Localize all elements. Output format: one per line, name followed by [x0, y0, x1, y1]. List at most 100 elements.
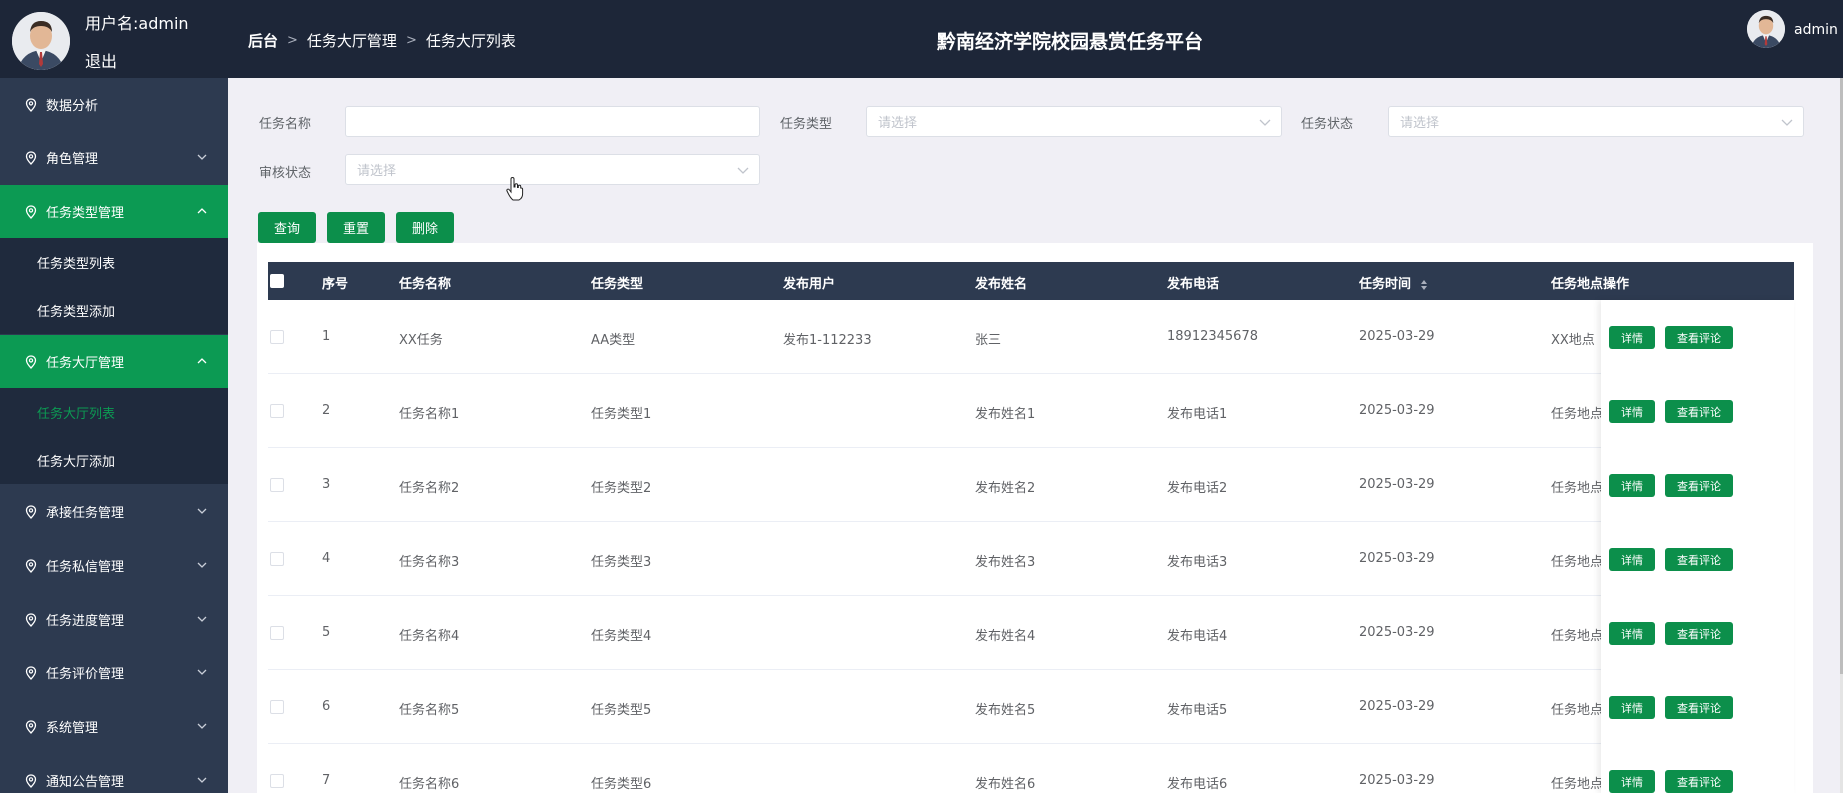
detail-button[interactable]: 详情	[1609, 548, 1655, 571]
detail-button[interactable]: 详情	[1609, 622, 1655, 645]
col-header-task-time-label: 任务时间	[1359, 277, 1412, 292]
detail-button[interactable]: 详情	[1609, 474, 1655, 497]
cell-task-place: 任务地点	[1551, 481, 1604, 496]
cell-no: 2	[322, 403, 331, 418]
col-header-publish-user: 发布用户	[783, 277, 836, 292]
cell-publisher-name: 发布姓名1	[975, 407, 1036, 422]
cell-task-type: 任务类型3	[591, 555, 652, 570]
cell-publisher-name: 发布姓名6	[975, 777, 1036, 792]
chevron-down-icon	[737, 167, 749, 174]
chevron-down-icon	[1781, 119, 1793, 126]
cell-task-name: 任务名称1	[399, 407, 460, 422]
row-checkbox[interactable]	[270, 330, 284, 344]
sidebar-item-role-mgmt[interactable]: 角色管理	[0, 131, 228, 184]
sidebar-item-task-message-mgmt[interactable]: 任务私信管理	[0, 539, 228, 592]
view-comments-button[interactable]: 查看评论	[1665, 400, 1733, 423]
chevron-down-icon	[1259, 119, 1271, 126]
cell-publisher-name: 发布姓名5	[975, 703, 1036, 718]
sidebar-item-task-review-mgmt[interactable]: 任务评价管理	[0, 646, 228, 699]
row-checkbox[interactable]	[270, 774, 284, 788]
view-comments-button[interactable]: 查看评论	[1665, 326, 1733, 349]
view-comments-button[interactable]: 查看评论	[1665, 770, 1733, 793]
view-comments-button[interactable]: 查看评论	[1665, 474, 1733, 497]
audit-status-select[interactable]: 请选择	[345, 154, 760, 185]
reset-button[interactable]: 重置	[327, 212, 385, 243]
breadcrumb-item-home[interactable]: 后台	[248, 30, 278, 51]
col-header-actions: 操作	[1603, 277, 1630, 292]
col-header-publisher-phone: 发布电话	[1167, 277, 1220, 292]
table-row[interactable]: 4 任务名称3 任务类型3 发布姓名3 发布电话3 2025-03-29 任务地点	[268, 522, 1794, 596]
task-status-select[interactable]: 请选择	[1388, 106, 1804, 137]
sidebar-subitem-task-type-list[interactable]: 任务类型列表	[0, 238, 228, 286]
top-avatar[interactable]	[1747, 10, 1785, 48]
detail-button[interactable]: 详情	[1609, 400, 1655, 423]
breadcrumb-item-task-hall[interactable]: 任务大厅管理	[307, 30, 397, 51]
task-status-placeholder: 请选择	[1400, 116, 1440, 131]
sort-icon[interactable]	[1420, 279, 1428, 291]
table-row[interactable]: 2 任务名称1 任务类型1 发布姓名1 发布电话1 2025-03-29 任务地点	[268, 374, 1794, 448]
cell-task-time: 2025-03-29	[1359, 551, 1435, 566]
cell-publisher-name: 发布姓名3	[975, 555, 1036, 570]
logout-link[interactable]: 退出	[85, 48, 117, 72]
delete-button[interactable]: 删除	[396, 212, 454, 243]
cell-no: 4	[322, 551, 331, 566]
sidebar-subitem-task-type-add[interactable]: 任务类型添加	[0, 286, 228, 334]
cell-task-time: 2025-03-29	[1359, 329, 1435, 344]
table-row[interactable]: 7 任务名称6 任务类型6 发布姓名6 发布电话6 2025-03-29 任务地点	[268, 744, 1794, 793]
location-pin-icon	[25, 558, 37, 573]
sidebar-item-task-progress-mgmt[interactable]: 任务进度管理	[0, 593, 228, 646]
chevron-down-icon	[197, 723, 207, 729]
top-username[interactable]: admin	[1794, 22, 1838, 38]
audit-status-label: 审核状态	[259, 166, 312, 181]
sidebar-item-notice-mgmt[interactable]: 通知公告管理	[0, 754, 228, 793]
location-pin-icon	[25, 773, 37, 788]
detail-button[interactable]: 详情	[1609, 696, 1655, 719]
location-pin-icon	[25, 150, 37, 165]
sidebar-item-accepted-task-mgmt[interactable]: 承接任务管理	[0, 485, 228, 538]
table-row[interactable]: 5 任务名称4 任务类型4 发布姓名4 发布电话4 2025-03-29 任务地点	[268, 596, 1794, 670]
detail-button[interactable]: 详情	[1609, 770, 1655, 793]
location-pin-icon	[25, 612, 37, 627]
cell-no: 1	[322, 329, 331, 344]
select-all-checkbox[interactable]	[270, 274, 284, 288]
cell-task-place: 任务地点	[1551, 777, 1604, 792]
avatar-image	[1747, 10, 1785, 48]
task-name-input[interactable]	[345, 106, 760, 137]
view-comments-button[interactable]: 查看评论	[1665, 622, 1733, 645]
col-header-task-time[interactable]: 任务时间	[1359, 273, 1428, 292]
cell-publish-user: 发布1-112233	[783, 333, 872, 348]
row-checkbox[interactable]	[270, 552, 284, 566]
cell-task-type: 任务类型2	[591, 481, 652, 496]
table-row[interactable]: 3 任务名称2 任务类型2 发布姓名2 发布电话2 2025-03-29 任务地点	[268, 448, 1794, 522]
user-block: 用户名:admin 退出	[0, 0, 228, 78]
view-comments-button[interactable]: 查看评论	[1665, 696, 1733, 719]
detail-button[interactable]: 详情	[1609, 326, 1655, 349]
location-pin-icon	[25, 504, 37, 519]
chevron-right-icon: >	[405, 33, 417, 48]
task-type-select[interactable]: 请选择	[866, 106, 1282, 137]
sidebar-item-task-type-mgmt[interactable]: 任务类型管理	[0, 185, 228, 238]
table-row[interactable]: 1 XX任务 AA类型 发布1-112233 张三 18912345678 2025-03-…	[268, 300, 1794, 374]
cell-task-type: 任务类型4	[591, 629, 652, 644]
sidebar-item-label: 任务类型添加	[37, 304, 116, 320]
sidebar-item-system-mgmt[interactable]: 系统管理	[0, 700, 228, 753]
sidebar-subitem-task-hall-list[interactable]: 任务大厅列表	[0, 388, 228, 436]
row-checkbox[interactable]	[270, 626, 284, 640]
table-row[interactable]: 6 任务名称5 任务类型5 发布姓名5 发布电话5 2025-03-29 任务地点	[268, 670, 1794, 744]
view-comments-button[interactable]: 查看评论	[1665, 548, 1733, 571]
row-checkbox[interactable]	[270, 700, 284, 714]
sidebar-item-data-analysis[interactable]: 数据分析	[0, 78, 228, 131]
col-header-task-name: 任务名称	[399, 277, 452, 292]
sidebar-item-task-hall-mgmt[interactable]: 任务大厅管理	[0, 335, 228, 388]
row-checkbox[interactable]	[270, 478, 284, 492]
sidebar-item-label: 任务类型列表	[37, 256, 116, 272]
avatar[interactable]	[12, 12, 70, 70]
sidebar-subitem-task-hall-add[interactable]: 任务大厅添加	[0, 436, 228, 484]
cell-publisher-phone: 18912345678	[1167, 329, 1258, 344]
col-header-task-place: 任务地点	[1551, 277, 1604, 292]
site-title: 黔南经济学院校园悬赏任务平台	[936, 31, 1203, 53]
cell-task-place: 任务地点	[1551, 555, 1604, 570]
row-checkbox[interactable]	[270, 404, 284, 418]
sidebar-item-label: 通知公告管理	[46, 775, 125, 790]
query-button[interactable]: 查询	[258, 212, 316, 243]
